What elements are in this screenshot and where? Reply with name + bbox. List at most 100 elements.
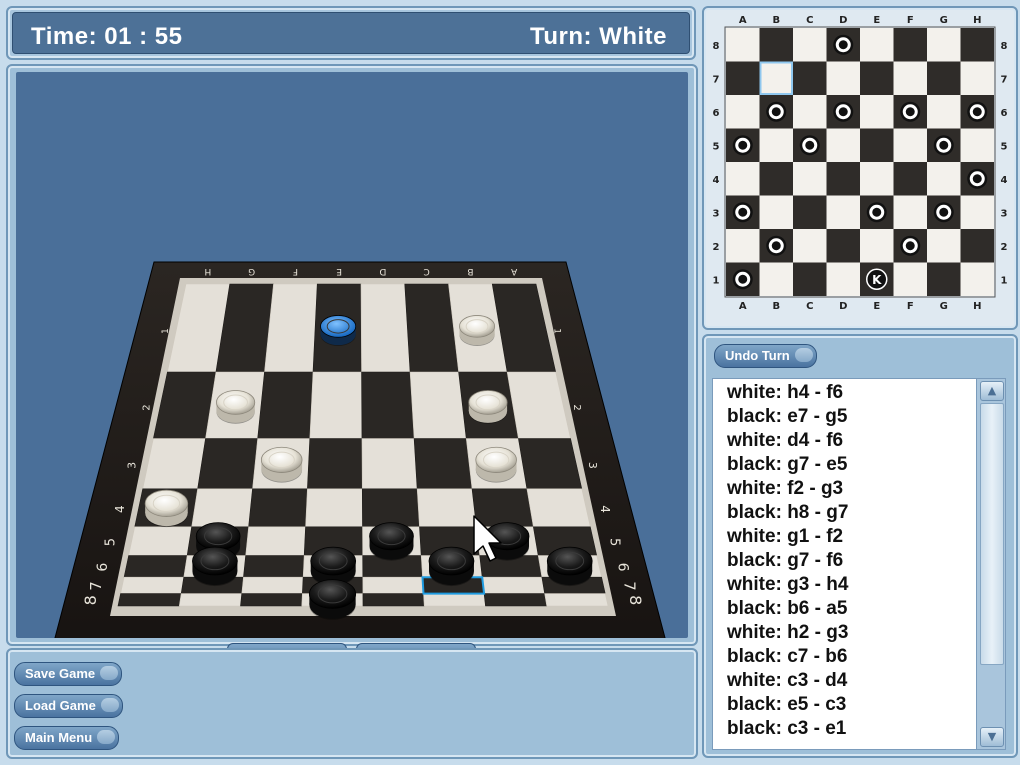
minimap-square[interactable] bbox=[860, 128, 894, 163]
black-piece[interactable] bbox=[369, 522, 414, 561]
board-square[interactable] bbox=[309, 371, 363, 439]
board-square[interactable] bbox=[413, 438, 473, 490]
board-square[interactable] bbox=[257, 371, 314, 439]
minimap-square[interactable] bbox=[826, 128, 861, 163]
minimap-square[interactable] bbox=[826, 61, 861, 96]
minimap-square[interactable] bbox=[759, 162, 794, 196]
board-square[interactable] bbox=[307, 438, 363, 490]
white-piece[interactable] bbox=[144, 489, 189, 528]
minimap-square[interactable] bbox=[893, 162, 928, 196]
minimap-squares[interactable] bbox=[724, 26, 996, 298]
white-piece[interactable] bbox=[468, 390, 508, 424]
minimap-square[interactable] bbox=[960, 262, 995, 297]
scroll-down-icon[interactable]: ▼ bbox=[980, 727, 1004, 747]
minimap-square[interactable] bbox=[860, 61, 894, 96]
board-square[interactable] bbox=[360, 283, 411, 373]
game-viewport[interactable]: H G F E D C B A H G F E D C B A 1 1 2 2 3 3 4 4 5 5 6 6 7 7 8 8 bbox=[16, 72, 688, 638]
minimap-board[interactable]: A A B B C C D D E E F F G G H H 8 8 7 7 6 6 5 5 4 4 3 3 2 2 1 1 K bbox=[704, 8, 1012, 324]
board-square[interactable] bbox=[264, 283, 318, 373]
board-square[interactable] bbox=[518, 438, 583, 490]
minimap-square[interactable] bbox=[793, 229, 827, 263]
minimap-square[interactable] bbox=[927, 61, 961, 96]
minimap-square[interactable] bbox=[759, 262, 794, 297]
board-square[interactable] bbox=[243, 555, 305, 578]
board-square[interactable] bbox=[191, 488, 253, 528]
board-squares[interactable] bbox=[117, 283, 609, 607]
black-piece[interactable] bbox=[308, 579, 357, 620]
undo-turn-button[interactable]: Undo Turn bbox=[714, 344, 817, 368]
minimap-square[interactable] bbox=[793, 162, 827, 196]
board-square[interactable] bbox=[471, 488, 534, 528]
move-history[interactable]: white: h4 - f6 black: e7 - g5 white: d4 - … bbox=[712, 378, 1006, 750]
board-square[interactable] bbox=[423, 593, 486, 607]
minimap-square[interactable] bbox=[826, 262, 861, 297]
minimap-square[interactable] bbox=[793, 61, 827, 96]
minimap-square[interactable] bbox=[793, 95, 827, 129]
scroll-thumb[interactable] bbox=[980, 403, 1004, 665]
board-square[interactable] bbox=[361, 371, 415, 439]
minimap-square[interactable] bbox=[860, 162, 894, 196]
board-square[interactable] bbox=[241, 576, 304, 594]
white-piece[interactable] bbox=[459, 315, 496, 346]
board-square[interactable] bbox=[483, 593, 548, 607]
minimap-square[interactable] bbox=[927, 95, 961, 129]
white-piece[interactable] bbox=[216, 390, 256, 424]
minimap-square[interactable] bbox=[793, 195, 827, 230]
board-square[interactable] bbox=[178, 593, 243, 607]
minimap-square[interactable] bbox=[759, 195, 794, 230]
minimap-square[interactable] bbox=[826, 162, 861, 196]
minimap-square[interactable] bbox=[960, 61, 995, 96]
scroll-up-icon[interactable]: ▲ bbox=[980, 381, 1004, 401]
board-square[interactable] bbox=[248, 488, 308, 528]
minimap-square[interactable] bbox=[726, 162, 760, 196]
board-square[interactable] bbox=[197, 438, 258, 490]
minimap-square[interactable] bbox=[960, 229, 995, 263]
board-square[interactable] bbox=[416, 488, 477, 528]
minimap-square[interactable] bbox=[960, 195, 995, 230]
board-square[interactable] bbox=[362, 593, 425, 607]
main-menu-button[interactable]: Main Menu bbox=[14, 726, 120, 750]
white-piece[interactable] bbox=[475, 446, 517, 483]
minimap-square[interactable] bbox=[927, 28, 961, 62]
minimap-square[interactable] bbox=[793, 28, 827, 62]
minimap-square[interactable] bbox=[893, 195, 928, 230]
board-3d[interactable]: H G F E D C B A H G F E D C B A 1 1 2 2 3 3 4 4 5 5 6 6 7 7 8 8 bbox=[16, 72, 688, 638]
minimap-square[interactable] bbox=[927, 262, 961, 297]
board-square[interactable] bbox=[142, 438, 206, 490]
white-piece[interactable] bbox=[260, 446, 303, 483]
move-history-scrollbar[interactable]: ▲ ▼ bbox=[976, 379, 1005, 749]
board-square[interactable] bbox=[362, 576, 424, 594]
minimap-square[interactable] bbox=[826, 195, 861, 230]
board-square[interactable] bbox=[361, 438, 418, 490]
minimap-square[interactable] bbox=[960, 28, 995, 62]
minimap-square[interactable] bbox=[726, 61, 760, 96]
minimap-square[interactable] bbox=[726, 28, 760, 62]
board-square[interactable] bbox=[544, 593, 609, 607]
board-square[interactable] bbox=[481, 576, 546, 594]
board-square[interactable] bbox=[240, 593, 303, 607]
black-piece[interactable] bbox=[428, 546, 475, 587]
minimap-square[interactable] bbox=[960, 128, 995, 163]
minimap-square[interactable] bbox=[726, 229, 760, 263]
board-square[interactable] bbox=[128, 526, 193, 556]
minimap-square[interactable] bbox=[860, 95, 894, 129]
board-square[interactable] bbox=[526, 488, 591, 528]
board-square[interactable] bbox=[245, 526, 306, 556]
save-game-button[interactable]: Save Game bbox=[14, 662, 123, 686]
black-piece[interactable] bbox=[546, 546, 593, 587]
minimap-square[interactable] bbox=[793, 262, 827, 297]
board-square[interactable] bbox=[409, 371, 467, 439]
selected-piece[interactable] bbox=[320, 315, 357, 346]
board-square[interactable] bbox=[361, 488, 420, 528]
minimap-square[interactable] bbox=[927, 229, 961, 263]
minimap-square[interactable] bbox=[726, 95, 760, 129]
minimap-square[interactable] bbox=[893, 128, 928, 163]
board-square[interactable] bbox=[120, 576, 185, 594]
board-square[interactable] bbox=[123, 555, 188, 578]
minimap-square[interactable] bbox=[759, 128, 794, 163]
load-game-button[interactable]: Load Game bbox=[14, 694, 123, 718]
minimap-square[interactable] bbox=[893, 262, 928, 297]
minimap-square[interactable] bbox=[893, 28, 928, 62]
minimap-square[interactable] bbox=[927, 162, 961, 196]
minimap-square[interactable] bbox=[860, 229, 894, 263]
